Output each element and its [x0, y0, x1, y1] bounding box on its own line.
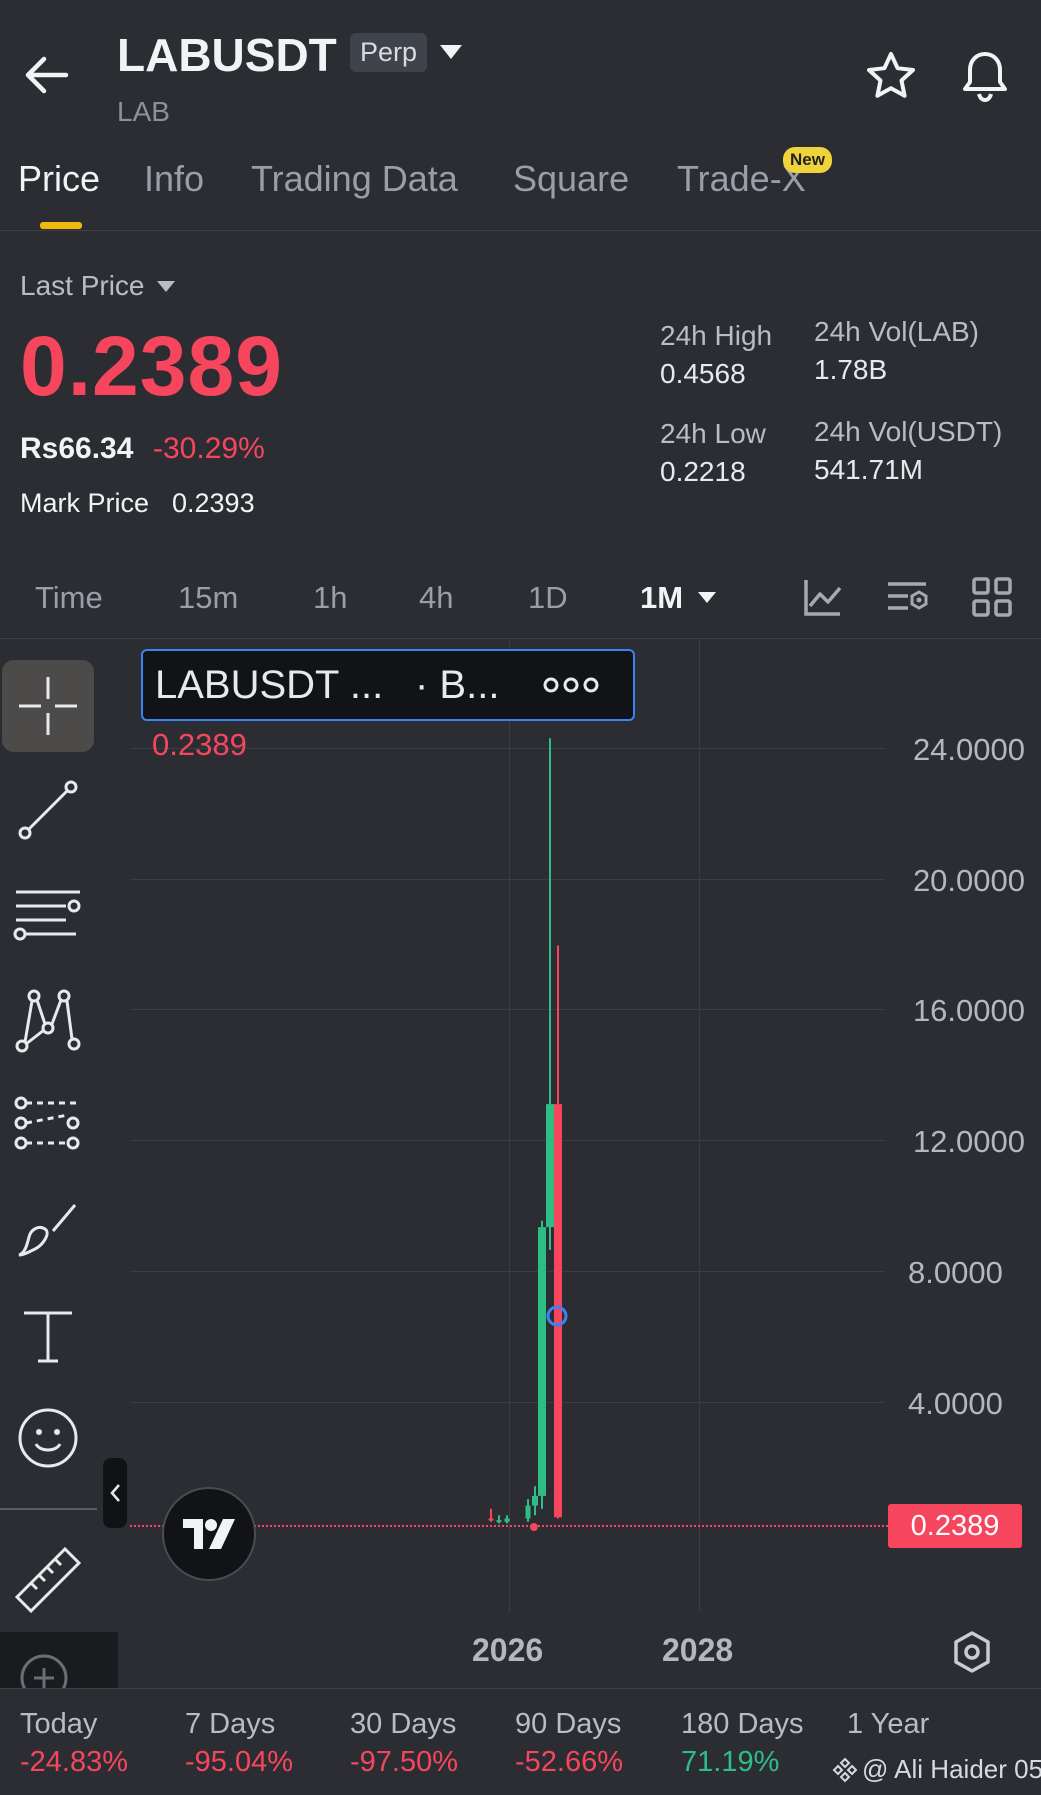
perf-90d-label: 90 Days — [515, 1708, 622, 1740]
current-price-tag: 0.2389 — [888, 1504, 1022, 1548]
candle-body — [532, 1495, 538, 1506]
x-tick: 2028 — [662, 1632, 734, 1668]
tradingview-icon — [183, 1519, 235, 1549]
legend-title: LABUSDT ... — [155, 663, 384, 707]
perf-7d-value: -95.04% — [185, 1746, 294, 1778]
candle-body — [488, 1518, 494, 1521]
perf-180d-label: 180 Days — [681, 1708, 804, 1740]
perf-1y-label: 1 Year — [847, 1708, 930, 1740]
gear-icon — [954, 1631, 990, 1673]
chart-legend[interactable]: LABUSDT ... · B... — [141, 649, 635, 721]
perf-7d-label: 7 Days — [185, 1708, 276, 1740]
perf-90d-value: -52.66% — [515, 1746, 624, 1778]
candle-body — [538, 1227, 546, 1496]
perf-30d-label: 30 Days — [350, 1708, 457, 1740]
perf-today-label: Today — [20, 1708, 98, 1740]
more-dots-icon — [543, 677, 599, 693]
perf-180d-value: 71.19% — [681, 1746, 780, 1778]
perf-today-value: -24.83% — [20, 1746, 129, 1778]
candle-body — [525, 1505, 531, 1519]
watermark-text: @ Ali Haider 05 — [862, 1754, 1041, 1784]
candle-body — [554, 1104, 562, 1518]
watermark: @ Ali Haider 05 — [832, 1754, 1041, 1785]
binance-logo-icon — [832, 1757, 858, 1782]
chart-settings-gear[interactable] — [950, 1630, 994, 1679]
x-tick: 2026 — [472, 1632, 544, 1668]
tradingview-logo[interactable] — [162, 1487, 256, 1581]
divider — [0, 1688, 1041, 1689]
candle-body — [504, 1518, 510, 1522]
candle-body — [546, 1104, 554, 1228]
legend-value: 0.2389 — [152, 727, 247, 762]
legend-source: · B... — [415, 663, 500, 707]
legend-more-button[interactable] — [543, 675, 599, 700]
candle-body — [496, 1520, 502, 1523]
perf-30d-value: -97.50% — [350, 1746, 459, 1778]
